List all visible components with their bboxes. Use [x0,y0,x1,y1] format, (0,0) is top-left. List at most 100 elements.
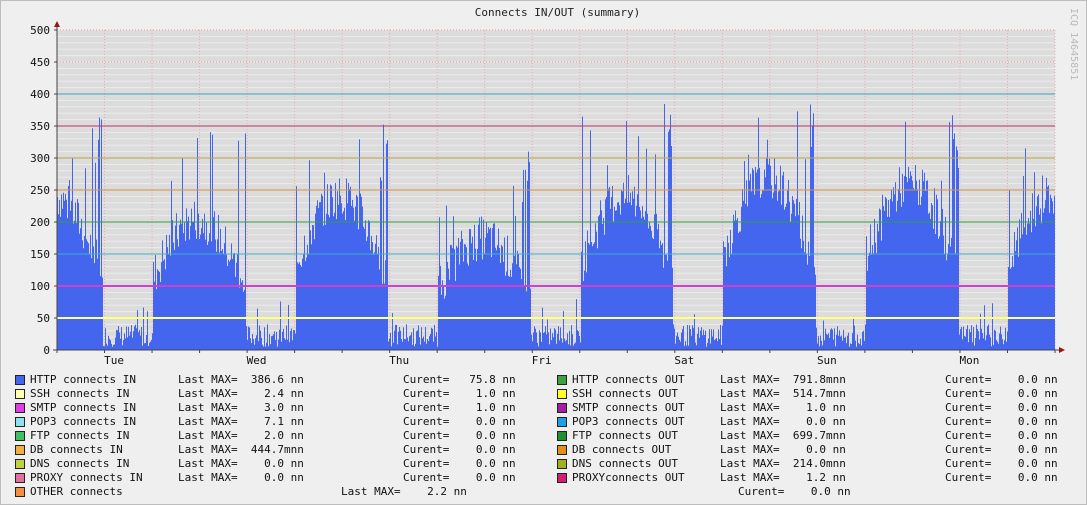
legend-out-label: DB connects OUT [572,443,672,456]
legend-in-max: Last MAX= 0.0 nn [178,471,304,484]
legend-swatch [557,403,567,413]
watermark-text: ICQ 14645851 [1068,8,1079,81]
legend-swatch [557,417,567,427]
legend-in-current: Curent= 0.0 nn [403,429,516,442]
legend-out-label: DNS connects OUT [572,457,678,470]
legend-in-max: Last MAX= 0.0 nn [178,457,304,470]
legend-in-current: Curent= 1.0 nn [403,401,516,414]
legend-in-current: Curent= 0.0 nn [403,471,516,484]
legend-swatch [15,431,25,441]
legend-row: SSH connects IN Last MAX= 2.4 nn Curent= 1… [0,387,1087,401]
legend-in-label: PROXY connects IN [30,471,143,484]
legend-in-current: Curent= 0.0 nn [403,443,516,456]
y-tick-label: 200 [30,216,50,229]
legend-swatch [15,375,25,385]
legend-other-label: OTHER connects [30,485,123,498]
y-tick-label: 150 [30,248,50,261]
legend-swatch [15,459,25,469]
legend-in-label: DB connects IN [30,443,123,456]
y-tick-label: 450 [30,56,50,69]
legend-in-max: Last MAX= 7.1 nn [178,415,304,428]
legend-swatch [557,375,567,385]
x-tick-label: Sat [674,354,694,367]
y-tick-label: 0 [43,344,50,357]
x-tick-label: Mon [960,354,980,367]
legend-out-label: FTP connects OUT [572,429,678,442]
legend-swatch [557,389,567,399]
legend-out-current: Curent= 0.0 nn [945,415,1058,428]
legend-out-current: Curent= 0.0 nn [945,373,1058,386]
x-tick-label: Thu [389,354,409,367]
legend-in-current: Curent= 0.0 nn [403,415,516,428]
y-tick-label: 400 [30,88,50,101]
legend-swatch [557,473,567,483]
legend-other-max: Last MAX= 2.2 nn [341,485,467,498]
legend-row: HTTP connects IN Last MAX= 386.6 nn Curent… [0,373,1087,387]
legend-in-label: FTP connects IN [30,429,130,442]
legend-out-label: SMTP connects OUT [572,401,685,414]
y-axis-arrow [54,21,60,27]
y-tick-label: 50 [37,312,50,325]
legend-in-max: Last MAX= 386.6 nn [178,373,304,386]
legend-out-label: PROXYconnects OUT [572,471,685,484]
legend-swatch [15,403,25,413]
legend-swatch [15,389,25,399]
legend-in-label: SSH connects IN [30,387,130,400]
legend-in-current: Curent= 0.0 nn [403,457,516,470]
legend-out-current: Curent= 0.0 nn [945,457,1058,470]
legend-other-current: Curent= 0.0 nn [738,485,851,498]
legend-swatch [557,431,567,441]
legend-swatch [557,459,567,469]
legend-row: DB connects IN Last MAX= 444.7mnn Curent= … [0,443,1087,457]
chart-title: Connects IN/OUT (summary) [474,6,641,19]
legend-row-other: OTHER connects Last MAX= 2.2 nn Curent= 0.… [0,485,1087,499]
legend-out-max: Last MAX= 1.2 nn [720,471,846,484]
legend-in-label: POP3 connects IN [30,415,136,428]
x-tick-label: Wed [247,354,267,367]
legend-in-current: Curent= 75.8 nn [403,373,516,386]
legend-out-current: Curent= 0.0 nn [945,471,1058,484]
legend-swatch [557,445,567,455]
legend-row: POP3 connects IN Last MAX= 7.1 nn Curent= … [0,415,1087,429]
legend-swatch [15,487,25,497]
legend-in-max: Last MAX= 2.4 nn [178,387,304,400]
legend-out-max: Last MAX= 0.0 nn [720,415,846,428]
legend-swatch [15,417,25,427]
legend-in-current: Curent= 1.0 nn [403,387,516,400]
legend-out-max: Last MAX= 514.7mnn [720,387,846,400]
y-tick-label: 500 [30,24,50,37]
x-axis-arrow [1059,347,1065,353]
y-tick-label: 350 [30,120,50,133]
legend-swatch [15,473,25,483]
legend-out-current: Curent= 0.0 nn [945,429,1058,442]
legend-out-current: Curent= 0.0 nn [945,401,1058,414]
y-tick-label: 250 [30,184,50,197]
legend-in-label: DNS connects IN [30,457,130,470]
legend-row: DNS connects IN Last MAX= 0.0 nn Curent= 0… [0,457,1087,471]
x-tick-label: Fri [532,354,552,367]
legend-row: FTP connects IN Last MAX= 2.0 nn Curent= 0… [0,429,1087,443]
legend-out-max: Last MAX= 1.0 nn [720,401,846,414]
y-tick-label: 300 [30,152,50,165]
legend-row: PROXY connects IN Last MAX= 0.0 nn Curent=… [0,471,1087,485]
legend-out-label: POP3 connects OUT [572,415,685,428]
y-tick-labels: 0 50 100 150 200 250 300 350 400 450 500 [30,24,50,357]
legend-in-label: HTTP connects IN [30,373,136,386]
legend-row: SMTP connects IN Last MAX= 3.0 nn Curent= … [0,401,1087,415]
legend-in-label: SMTP connects IN [30,401,136,414]
legend-out-current: Curent= 0.0 nn [945,443,1058,456]
legend-out-label: SSH connects OUT [572,387,678,400]
x-tick-label: Sun [817,354,837,367]
legend-out-max: Last MAX= 791.8mnn [720,373,846,386]
legend-out-current: Curent= 0.0 nn [945,387,1058,400]
legend-out-max: Last MAX= 0.0 nn [720,443,846,456]
legend-out-max: Last MAX= 214.0mnn [720,457,846,470]
legend-in-max: Last MAX= 2.0 nn [178,429,304,442]
legend-in-max: Last MAX= 444.7mnn [178,443,304,456]
legend-out-max: Last MAX= 699.7mnn [720,429,846,442]
connects-chart: 0 50 100 150 200 250 300 350 400 450 500 Tue Wed Thu… [30,21,1065,367]
x-tick-label: Tue [104,354,124,367]
legend-in-max: Last MAX= 3.0 nn [178,401,304,414]
legend-swatch [15,445,25,455]
y-tick-label: 100 [30,280,50,293]
